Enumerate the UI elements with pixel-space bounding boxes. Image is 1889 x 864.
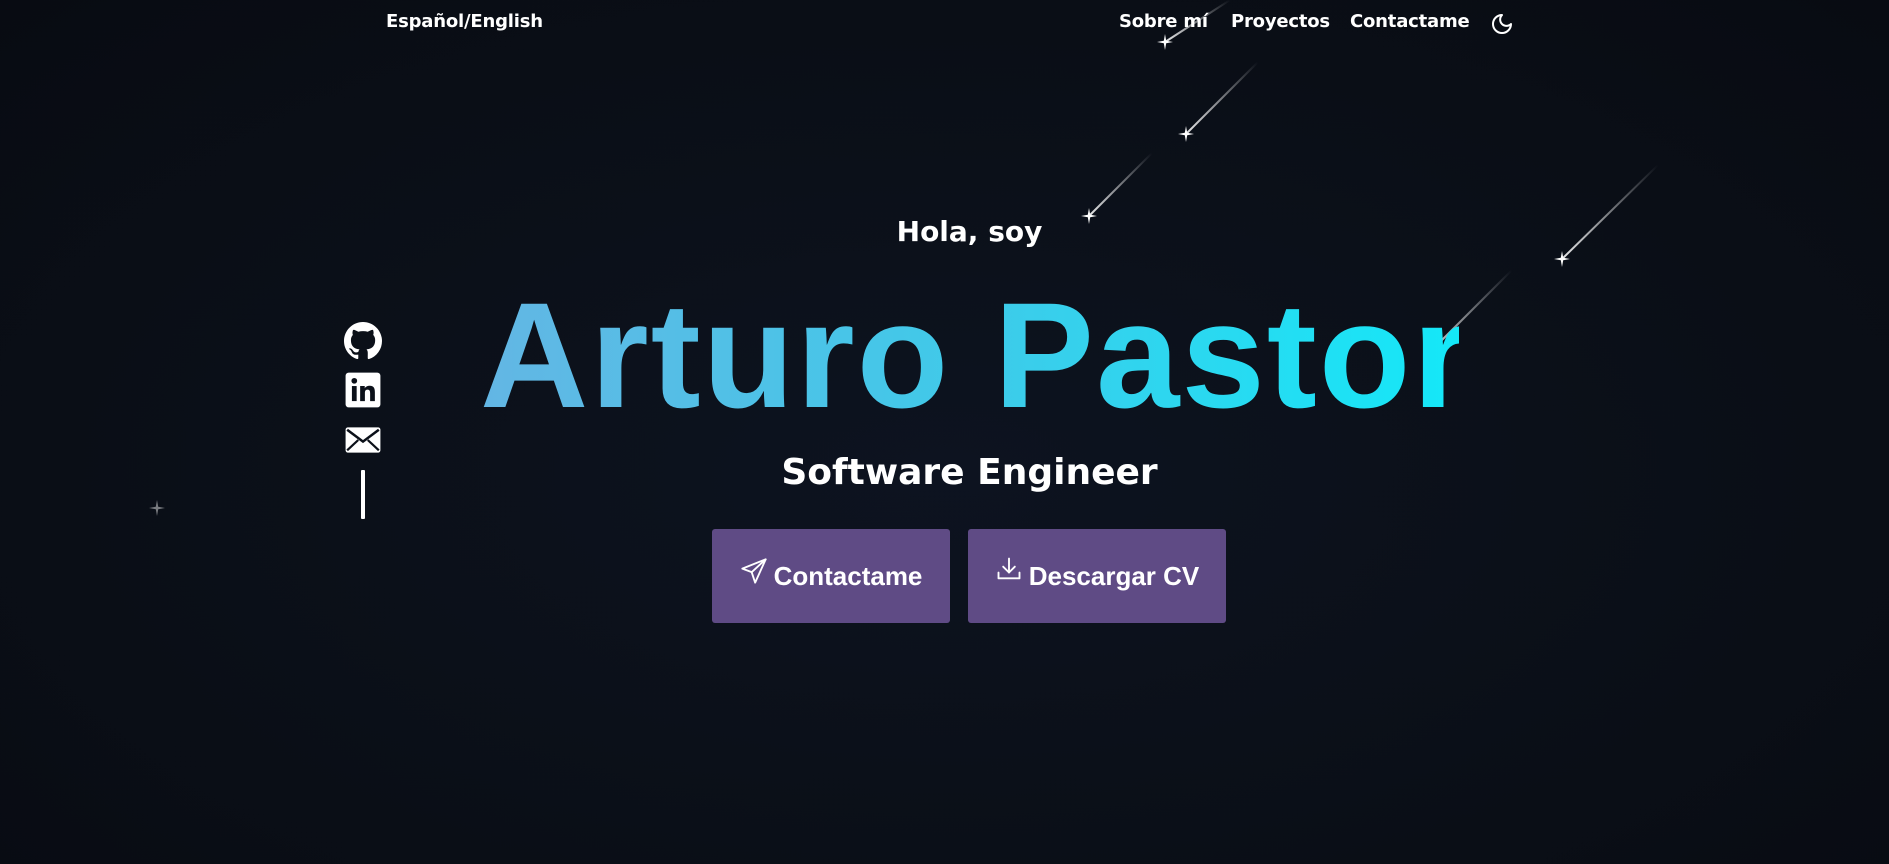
github-link[interactable] — [344, 322, 382, 360]
contact-button-label: Contactame — [773, 560, 923, 591]
nav-link-about[interactable]: Sobre mí — [1119, 11, 1208, 32]
nav-link-contact[interactable]: Contactame — [1350, 11, 1470, 32]
contact-button[interactable]: Contactame — [712, 529, 950, 623]
hero-greeting: Hola, soy — [896, 215, 1043, 248]
github-icon — [344, 322, 382, 360]
language-toggle[interactable]: Español/English — [386, 11, 543, 32]
download-cv-button[interactable]: Descargar CV — [968, 529, 1226, 623]
download-cv-button-label: Descargar CV — [1028, 560, 1200, 591]
theme-toggle-button[interactable] — [1490, 12, 1514, 36]
hero-name: Arturo Pastor — [480, 271, 1473, 439]
linkedin-link[interactable] — [344, 371, 382, 409]
moon-icon — [1492, 14, 1512, 34]
nav-link-projects[interactable]: Proyectos — [1231, 11, 1330, 32]
download-icon — [997, 557, 1021, 580]
hero-role: Software Engineer — [781, 452, 1158, 493]
linkedin-icon — [345, 372, 381, 408]
send-icon — [740, 558, 767, 584]
